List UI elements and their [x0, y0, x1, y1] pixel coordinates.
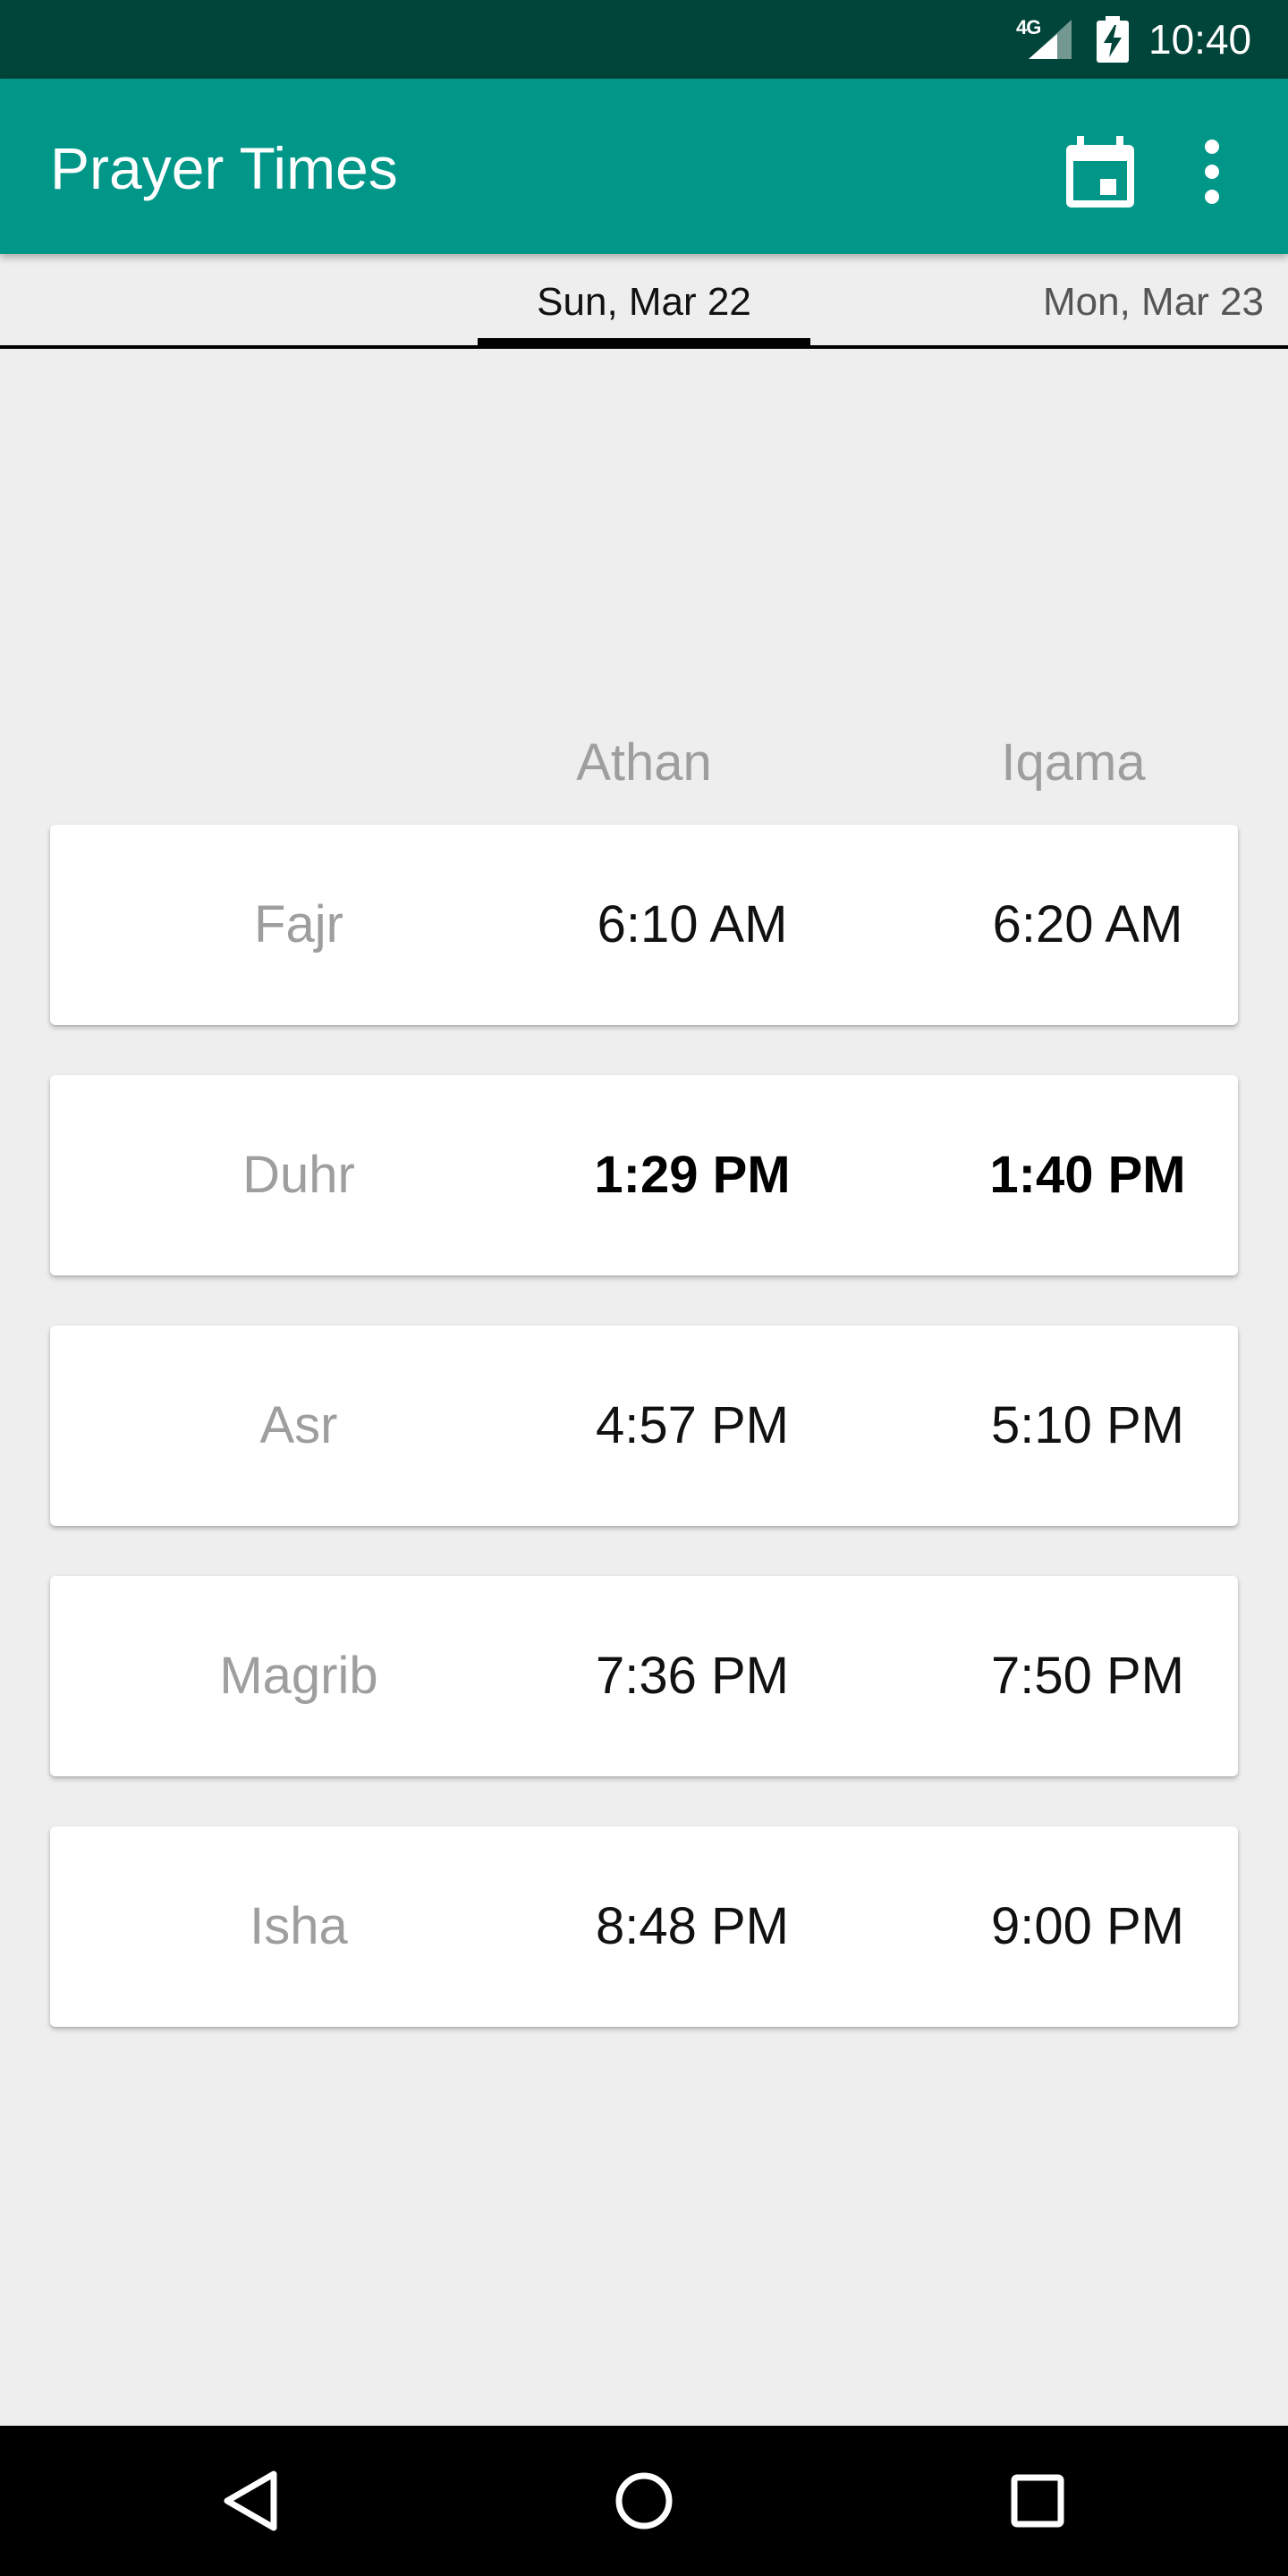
prayer-name: Duhr [242, 1146, 355, 1204]
prayer-row-isha: Isha 8:48 PM 9:00 PM [50, 1826, 1238, 2027]
iqama-time: 1:40 PM [989, 1146, 1186, 1204]
calendar-button[interactable] [1055, 127, 1145, 216]
prayer-name: Magrib [219, 1647, 378, 1705]
navigation-bar [0, 2426, 1288, 2576]
back-icon [224, 2470, 277, 2531]
calendar-icon [1066, 136, 1134, 208]
app-title: Prayer Times [50, 135, 398, 201]
app-bar: Prayer Times [0, 79, 1288, 254]
home-button[interactable] [599, 2456, 689, 2546]
athan-column-header: Athan [576, 733, 712, 792]
status-bar: 4G 10:40 [0, 0, 1288, 79]
prayer-name: Isha [250, 1897, 348, 1955]
more-vert-icon [1205, 140, 1219, 204]
prayer-row-duhr: Duhr 1:29 PM 1:40 PM [50, 1075, 1238, 1275]
prayer-row-asr: Asr 4:57 PM 5:10 PM [50, 1326, 1238, 1526]
athan-time: 1:29 PM [594, 1146, 791, 1204]
home-icon [615, 2472, 673, 2529]
iqama-time: 7:50 PM [991, 1647, 1184, 1705]
iqama-column-header: Iqama [1001, 733, 1146, 792]
athan-time: 4:57 PM [596, 1396, 789, 1454]
athan-time: 8:48 PM [596, 1897, 789, 1955]
tab-indicator [478, 338, 810, 345]
iqama-time: 9:00 PM [991, 1897, 1184, 1955]
prayer-name: Fajr [254, 895, 343, 953]
iqama-time: 6:20 AM [992, 895, 1183, 953]
prayer-row-magrib: Magrib 7:36 PM 7:50 PM [50, 1576, 1238, 1776]
signal-icon [1029, 20, 1072, 59]
prayer-row-fajr: Fajr 6:10 AM 6:20 AM [50, 825, 1238, 1025]
battery-charging-icon [1097, 16, 1129, 63]
date-tabs: Sun, Mar 22 Mon, Mar 23 [0, 254, 1288, 349]
athan-time: 7:36 PM [596, 1647, 789, 1705]
recents-icon [1011, 2474, 1064, 2528]
clock: 10:40 [1148, 16, 1252, 63]
recents-button[interactable] [993, 2456, 1082, 2546]
prayer-name: Asr [259, 1396, 338, 1454]
overflow-menu-button[interactable] [1172, 127, 1252, 216]
tab-sun-mar-22[interactable]: Sun, Mar 22 [478, 279, 810, 326]
athan-time: 6:10 AM [597, 895, 788, 953]
iqama-time: 5:10 PM [991, 1396, 1184, 1454]
back-button[interactable] [206, 2456, 295, 2546]
tab-mon-mar-23[interactable]: Mon, Mar 23 [1043, 279, 1264, 326]
